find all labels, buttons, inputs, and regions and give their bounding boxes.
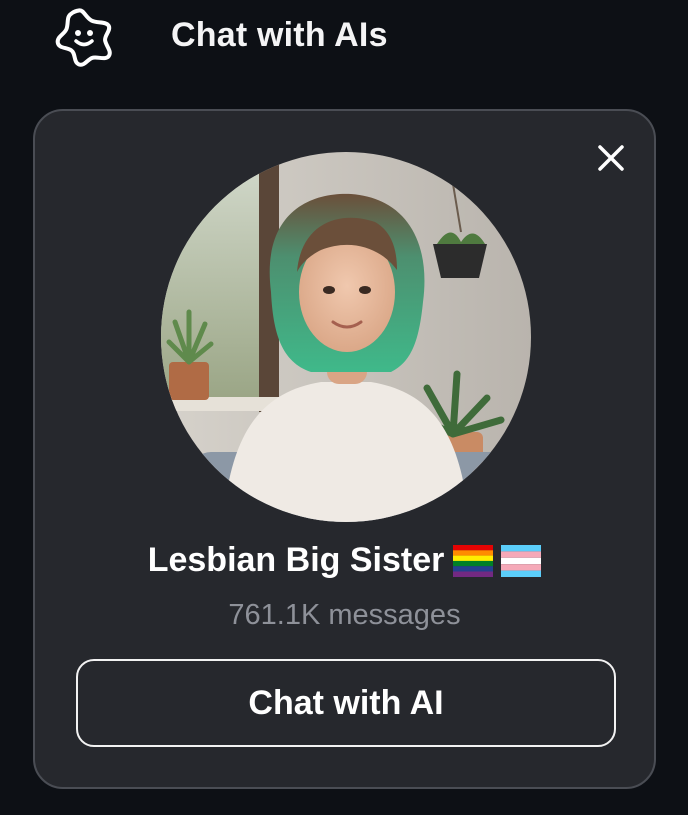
character-card: Lesbian Big Sister 761.1K messages Chat … [33,109,656,789]
character-name: Lesbian Big Sister [147,541,445,579]
logo-icon[interactable] [52,4,116,68]
rainbow-pride-flag-icon [452,544,493,577]
transgender-flag-icon [501,544,542,577]
message-count: 761.1K messages [228,599,461,631]
app-header: Chat with AIs [0,0,688,80]
chat-with-ai-button[interactable]: Chat with AI [76,659,616,747]
header-title: Chat with AIs [171,16,388,54]
chat-with-ai-label: Chat with AI [248,683,444,722]
close-icon[interactable] [594,141,628,175]
profile-avatar [161,152,531,522]
character-name-row: Lesbian Big Sister [35,541,654,580]
